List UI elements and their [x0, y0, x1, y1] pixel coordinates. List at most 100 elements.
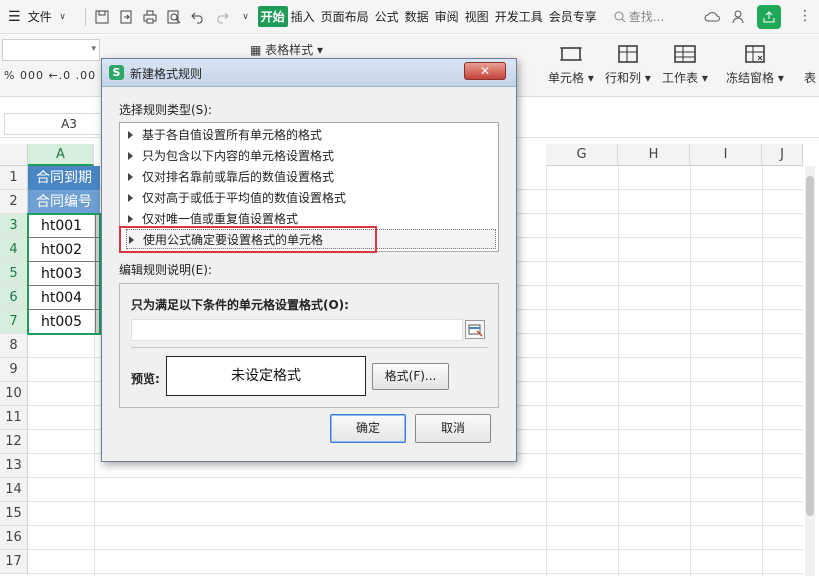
wps-logo-icon: S: [109, 65, 124, 80]
rule-type-item[interactable]: 仅对排名靠前或靠后的数值设置格式: [126, 167, 496, 187]
select-rule-type-label: 选择规则类型(S):: [119, 103, 213, 117]
row-header[interactable]: 10: [0, 382, 28, 406]
data-cell-a4[interactable]: ht002: [28, 238, 96, 262]
row-header[interactable]: 12: [0, 430, 28, 454]
font-name-dropdown[interactable]: ▾: [2, 39, 100, 61]
dialog-titlebar[interactable]: S 新建格式规则 ✕: [102, 59, 516, 87]
rule-type-item[interactable]: 仅对高于或低于平均值的数值设置格式: [126, 188, 496, 208]
print-icon[interactable]: [140, 7, 160, 27]
row-header[interactable]: 6: [0, 286, 28, 310]
format-button[interactable]: 格式(F)...: [372, 363, 449, 390]
triangle-right-icon: [129, 236, 134, 244]
grid-line: [690, 166, 691, 576]
grid-line: [28, 501, 803, 502]
column-header-j[interactable]: J: [762, 144, 803, 166]
data-cell-a7[interactable]: ht005: [28, 310, 96, 334]
tab-member[interactable]: 会员专享: [546, 8, 600, 25]
print-preview-icon[interactable]: [164, 7, 184, 27]
row-header[interactable]: 16: [0, 526, 28, 550]
triangle-right-icon: [128, 152, 133, 160]
vertical-scrollbar[interactable]: [805, 166, 815, 576]
grid-line: [546, 166, 547, 576]
grid-line: [762, 166, 763, 576]
tab-developer[interactable]: 开发工具: [492, 8, 546, 25]
close-button[interactable]: ✕: [464, 62, 506, 80]
row-header[interactable]: 5: [0, 262, 28, 286]
cell-button[interactable]: 单元格 ▾: [548, 43, 594, 86]
user-icon[interactable]: [729, 7, 749, 27]
data-cell-a6[interactable]: ht004: [28, 286, 96, 310]
tab-review[interactable]: 审阅: [432, 8, 462, 25]
chevron-down-icon: ∨: [59, 11, 66, 22]
tab-home[interactable]: 开始: [257, 6, 288, 27]
triangle-right-icon: [128, 173, 133, 181]
data-cell-a3[interactable]: ht001: [28, 214, 96, 238]
save-icon[interactable]: [92, 7, 112, 27]
rule-type-item[interactable]: 基于各自值设置所有单元格的格式: [126, 125, 496, 145]
row-header[interactable]: 7: [0, 310, 28, 334]
tab-view[interactable]: 视图: [462, 8, 492, 25]
tab-formulas[interactable]: 公式: [372, 8, 402, 25]
cancel-button[interactable]: 取消: [415, 414, 491, 443]
formula-input[interactable]: [131, 319, 463, 341]
share-icon: [763, 11, 775, 23]
row-header[interactable]: 13: [0, 454, 28, 478]
number-format-group[interactable]: % 000 ←.0 .00: [4, 69, 96, 82]
redo-icon[interactable]: [212, 7, 232, 27]
column-header-g[interactable]: G: [546, 144, 618, 166]
row-header[interactable]: 17: [0, 550, 28, 574]
tab-data[interactable]: 数据: [402, 8, 432, 25]
search-box[interactable]: 查找...: [614, 8, 664, 25]
freeze-icon: [745, 45, 765, 63]
tab-insert[interactable]: 插入: [288, 8, 318, 25]
triangle-right-icon: [128, 194, 133, 202]
file-menu[interactable]: ☰ 文件 ∨: [8, 7, 71, 27]
rule-type-item-formula[interactable]: 使用公式确定要设置格式的单元格: [126, 229, 496, 249]
column-header-i[interactable]: I: [690, 144, 762, 166]
tab-page-layout[interactable]: 页面布局: [318, 8, 372, 25]
row-header[interactable]: 2: [0, 190, 28, 214]
triangle-right-icon: [128, 131, 133, 139]
cloud-icon[interactable]: [702, 7, 722, 27]
row-header[interactable]: 15: [0, 502, 28, 526]
menu-bar: ☰ 文件 ∨ ∨ 开始 插入 页面布局 公式 数据 审阅 视图 开发工具 会员专…: [0, 0, 819, 34]
row-header[interactable]: 9: [0, 358, 28, 382]
select-all-corner[interactable]: [0, 144, 28, 166]
row-header[interactable]: 8: [0, 334, 28, 358]
worksheet-button[interactable]: 工作表 ▾: [662, 43, 708, 86]
range-select-button[interactable]: [465, 320, 485, 339]
column-header-h[interactable]: H: [618, 144, 690, 166]
dialog-title: 新建格式规则: [130, 67, 203, 81]
undo-icon[interactable]: [188, 7, 208, 27]
row-header[interactable]: 3: [0, 214, 28, 238]
data-cell-a5[interactable]: ht003: [28, 262, 96, 286]
chevron-down-icon[interactable]: ∨: [236, 7, 256, 27]
row-col-button[interactable]: 行和列 ▾: [605, 43, 651, 86]
header-cell[interactable]: 合同编号: [28, 190, 100, 214]
scrollbar-thumb[interactable]: [806, 176, 814, 516]
row-header[interactable]: 11: [0, 406, 28, 430]
rule-type-item[interactable]: 只为包含以下内容的单元格设置格式: [126, 146, 496, 166]
export-icon[interactable]: [116, 7, 136, 27]
more-icon[interactable]: ⋮: [798, 8, 812, 24]
row-col-icon: [618, 45, 638, 63]
rule-type-item[interactable]: 仅对唯一值或重复值设置格式: [126, 209, 496, 229]
column-header-a[interactable]: A: [28, 144, 94, 166]
preview-label: 预览:: [131, 372, 160, 386]
rule-type-list[interactable]: 基于各自值设置所有单元格的格式 只为包含以下内容的单元格设置格式 仅对排名靠前或…: [119, 122, 499, 252]
freeze-panes-button[interactable]: 冻结窗格 ▾: [726, 43, 784, 86]
hamburger-icon: ☰: [8, 8, 21, 25]
title-cell[interactable]: 合同到期: [28, 166, 100, 190]
share-button[interactable]: [757, 5, 781, 29]
row-header[interactable]: 4: [0, 238, 28, 262]
table-style-icon: ▦: [250, 43, 266, 57]
table-more-button[interactable]: 表: [804, 69, 816, 86]
table-style-button[interactable]: ▦ 表格样式 ▾: [250, 41, 323, 58]
preview-box: 未设定格式: [166, 356, 366, 396]
triangle-right-icon: [128, 215, 133, 223]
row-header[interactable]: 1: [0, 166, 28, 190]
row-header[interactable]: 14: [0, 478, 28, 502]
ok-button[interactable]: 确定: [330, 414, 406, 443]
cell-icon: [559, 47, 582, 61]
grid-line: [28, 573, 803, 574]
